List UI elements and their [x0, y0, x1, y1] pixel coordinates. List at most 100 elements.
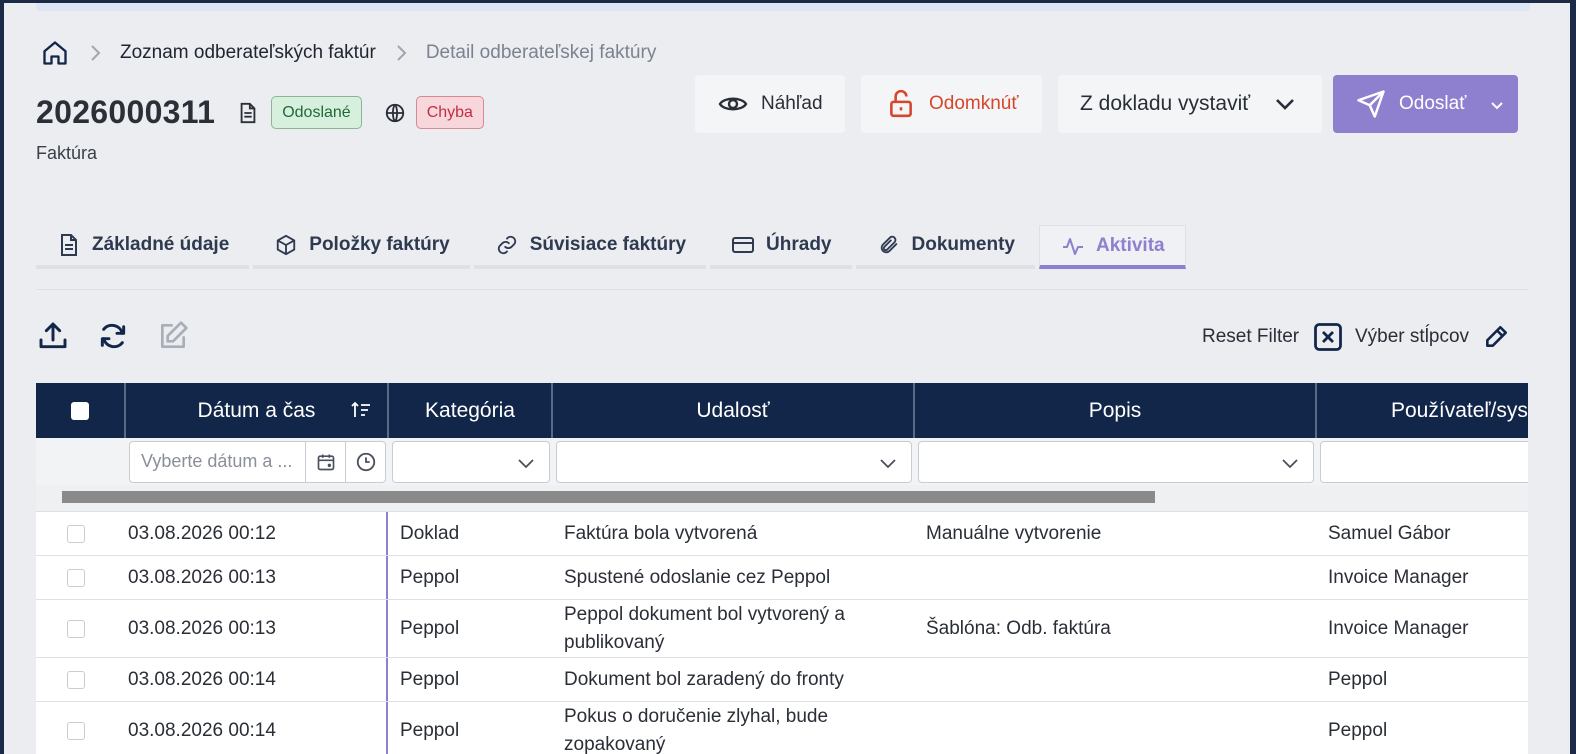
chevron-right-icon [70, 44, 120, 62]
tab-label: Položky faktúry [309, 234, 450, 255]
row-checkbox[interactable] [67, 721, 85, 740]
filter-event [553, 438, 915, 485]
table-row[interactable]: 03.08.2026 00:14 Peppol Pokus o doručeni… [36, 702, 1528, 754]
tabs-divider [36, 289, 1528, 290]
chevron-down-icon [1281, 454, 1299, 477]
refresh-icon [100, 323, 126, 349]
row-checkbox[interactable] [67, 619, 85, 638]
cell-event: Pokus o doručenie zlyhal, bude zopakovan… [564, 705, 829, 754]
send-button[interactable]: Odoslať [1333, 75, 1518, 133]
sort-icon[interactable] [351, 401, 371, 425]
breadcrumb-invoice-list[interactable]: Zoznam odberateľských faktúr [120, 42, 376, 64]
breadcrumb-current: Detail odberateľskej faktúry [425, 42, 657, 63]
preview-button[interactable]: Náhľad [695, 75, 845, 133]
tab-payments[interactable]: Úhrady [710, 225, 852, 269]
page-title-row: 2026000311 Odoslané Chyba [36, 94, 484, 131]
tab-basic-info[interactable]: Základné údaje [36, 225, 250, 269]
cell-description [914, 556, 1316, 599]
tab-label: Aktivita [1095, 234, 1165, 256]
cell-datetime: 03.08.2026 00:13 [116, 600, 388, 657]
column-title: Udalosť [696, 398, 770, 422]
description-filter-select[interactable] [918, 440, 1314, 483]
column-header-event[interactable]: Udalosť [553, 383, 915, 438]
cell-user: Peppol [1328, 719, 1388, 741]
table-row[interactable]: 03.08.2026 00:14 Peppol Dokument bol zar… [36, 658, 1528, 702]
date-filter-input[interactable]: Vyberte dátum a ... [130, 451, 305, 472]
top-banner [36, 3, 1530, 11]
box-icon [273, 232, 299, 258]
category-filter-select[interactable] [392, 440, 550, 483]
reset-filter-button[interactable]: Reset Filter [1202, 320, 1343, 354]
column-select-button[interactable]: Výber stĺpcov [1355, 320, 1509, 354]
activity-icon [1060, 233, 1086, 259]
row-checkbox[interactable] [67, 568, 85, 587]
window-frame-left [0, 0, 4, 754]
row-select-cell [36, 600, 116, 657]
cell-datetime: 03.08.2026 00:12 [116, 512, 388, 555]
cell-description [914, 658, 1316, 701]
issue-from-document-dropdown[interactable]: Z dokladu vystaviť [1058, 75, 1322, 133]
cell-description: Manuálne vytvorenie [926, 522, 1102, 544]
calendar-icon[interactable] [305, 441, 345, 482]
grid-header: Dátum a čas Kategória Udalosť Popis Použ… [36, 383, 1528, 438]
edit-button[interactable] [155, 318, 191, 354]
cell-user: Samuel Gábor [1328, 522, 1451, 544]
tab-activity[interactable]: Aktivita [1038, 225, 1186, 269]
status-badge-error: Chyba [415, 96, 484, 129]
activity-grid: Dátum a čas Kategória Udalosť Popis Použ… [36, 383, 1528, 754]
column-header-description[interactable]: Popis [915, 383, 1317, 438]
page-title: 2026000311 [36, 94, 216, 130]
tab-related-invoices[interactable]: Súvisiace faktúry [473, 225, 707, 269]
filter-category [389, 438, 553, 485]
horizontal-scrollbar[interactable] [36, 485, 1528, 512]
tab-invoice-items[interactable]: Položky faktúry [253, 225, 470, 269]
issue-from-label: Z dokladu vystaviť [1080, 92, 1251, 115]
table-row[interactable]: 03.08.2026 00:13 Peppol Spustené odoslan… [36, 556, 1528, 600]
paperclip-icon [876, 232, 902, 258]
upload-icon [39, 322, 67, 349]
cell-user: Invoice Manager [1328, 617, 1469, 639]
globe-icon [384, 102, 406, 124]
cell-event: Dokument bol zaradený do fronty [564, 668, 844, 690]
close-box-icon [1313, 322, 1343, 352]
tab-label: Súvisiace faktúry [529, 234, 687, 255]
column-title: Popis [1088, 398, 1142, 422]
tab-label: Dokumenty [911, 234, 1015, 255]
chevron-down-icon [1274, 93, 1296, 121]
edit-icon [161, 321, 188, 348]
event-filter-select[interactable] [556, 440, 912, 483]
column-title: Kategória [425, 398, 515, 422]
cell-user: Invoice Manager [1328, 566, 1469, 588]
send-options-chevron-icon[interactable] [1490, 97, 1504, 119]
home-icon[interactable] [40, 38, 70, 68]
filter-user [1317, 438, 1528, 485]
user-filter-select[interactable] [1320, 440, 1528, 483]
select-all-checkbox[interactable] [71, 401, 89, 420]
cell-category: Peppol [400, 668, 460, 690]
clock-icon[interactable] [345, 441, 385, 482]
export-button[interactable] [35, 318, 71, 354]
cell-datetime: 03.08.2026 00:13 [116, 556, 388, 599]
filter-description [915, 438, 1317, 485]
date-filter-box: Vyberte dátum a ... [129, 440, 386, 483]
tab-label: Základné údaje [92, 234, 230, 255]
row-checkbox[interactable] [67, 524, 85, 543]
filter-spacer [36, 438, 126, 485]
unlock-button[interactable]: Odomknúť [861, 75, 1042, 133]
row-checkbox[interactable] [67, 670, 85, 689]
link-icon [494, 232, 520, 258]
cell-description [914, 702, 1316, 754]
table-row[interactable]: 03.08.2026 00:13 Peppol Peppol dokument … [36, 600, 1528, 658]
refresh-button[interactable] [95, 318, 131, 354]
cell-category: Peppol [400, 617, 460, 639]
tab-documents[interactable]: Dokumenty [855, 225, 1035, 269]
send-icon [1355, 88, 1387, 120]
cell-datetime: 03.08.2026 00:14 [116, 702, 388, 754]
column-header-user[interactable]: Používateľ/syst [1317, 383, 1528, 438]
table-row[interactable]: 03.08.2026 00:12 Doklad Faktúra bola vyt… [36, 512, 1528, 556]
chevron-down-icon [879, 454, 897, 477]
column-header-category[interactable]: Kategória [389, 383, 553, 438]
column-select-label: Výber stĺpcov [1355, 326, 1470, 347]
column-header-datetime[interactable]: Dátum a čas [126, 383, 389, 438]
scrollbar-thumb[interactable] [62, 491, 1155, 503]
